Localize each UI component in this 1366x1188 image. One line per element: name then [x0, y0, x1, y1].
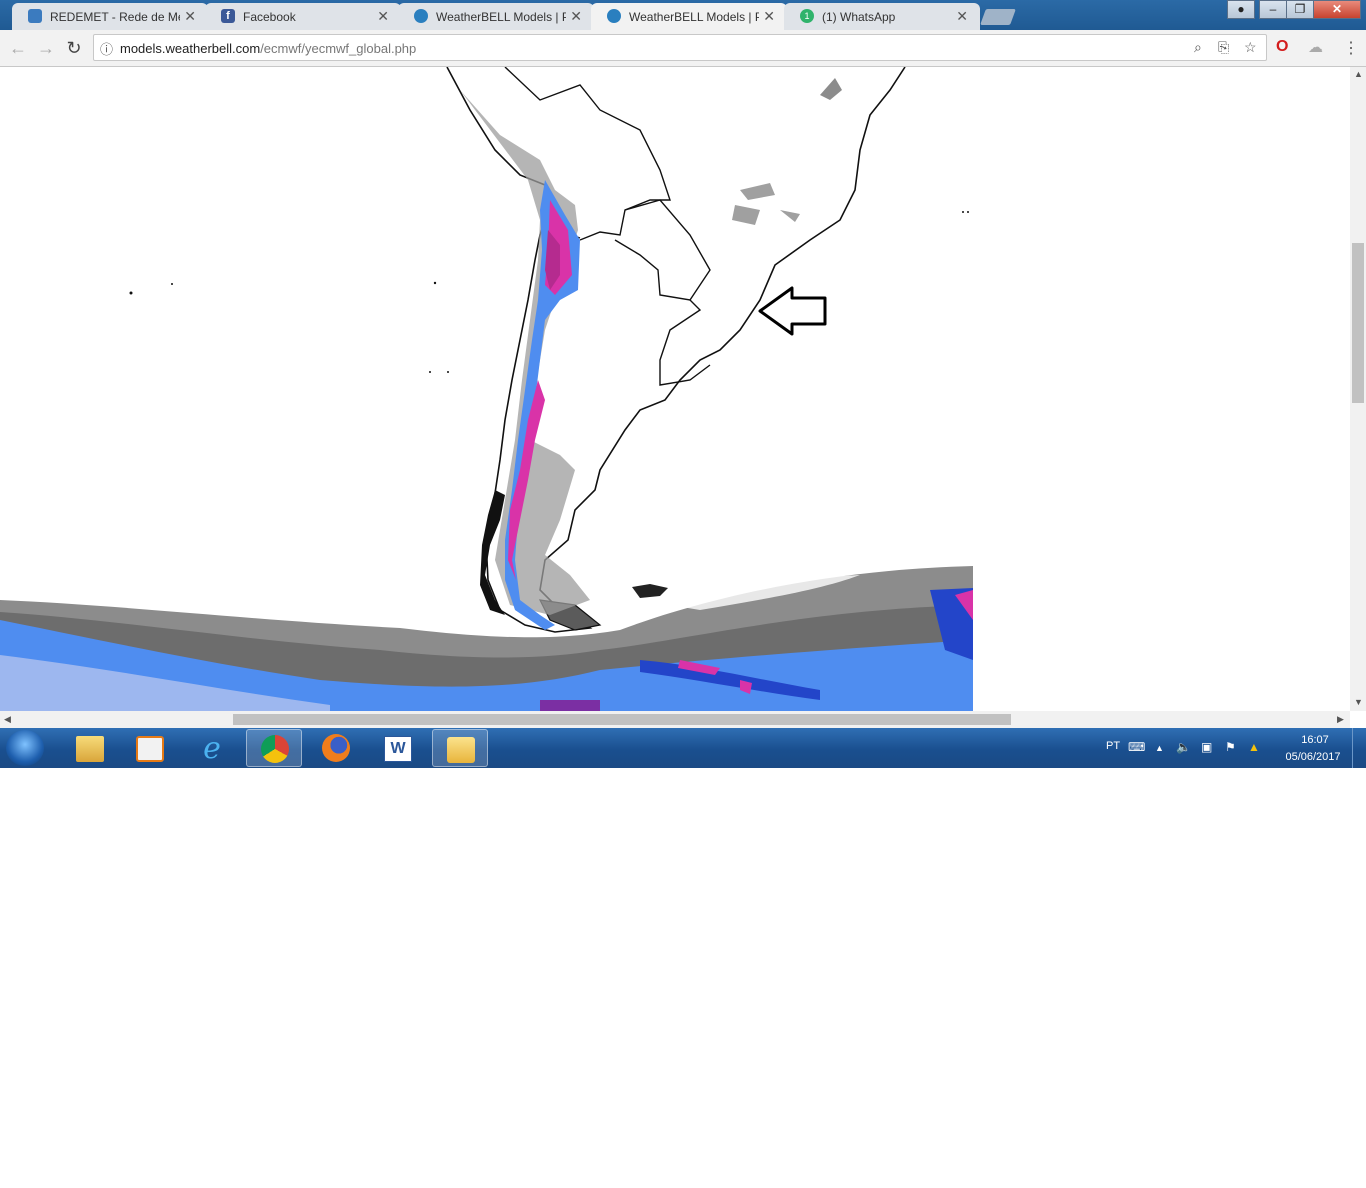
horizontal-scroll-thumb[interactable] [233, 714, 1011, 725]
scroll-down-icon[interactable]: ▼ [1354, 697, 1363, 707]
address-bar[interactable]: ⓘ models.weatherbell.com/ecmwf/yecmwf_gl… [93, 34, 1267, 61]
whatsapp-icon: 1 [800, 9, 814, 23]
translate-icon[interactable]: ⎘ [1218, 39, 1229, 56]
scroll-up-icon[interactable]: ▲ [1354, 69, 1363, 79]
tab-facebook[interactable]: f Facebook ✕ [205, 3, 401, 30]
info-icon[interactable]: ⓘ [100, 39, 113, 58]
annotation-arrow-icon [758, 286, 827, 336]
internet-explorer-button[interactable]: e [184, 729, 240, 767]
menu-icon[interactable]: ⋮ [1343, 38, 1359, 58]
start-button[interactable] [6, 730, 44, 766]
vertical-scrollbar[interactable]: ▲ ▼ [1350, 67, 1366, 711]
internet-explorer-icon: e [203, 731, 221, 766]
tab-title: WeatherBELL Models | Pr [629, 10, 759, 24]
action-center-flag-icon[interactable]: ⚑ [1225, 740, 1236, 754]
weatherbell-icon [414, 9, 428, 23]
language-indicator[interactable]: PT [1106, 740, 1120, 752]
weatherbell-icon [607, 9, 621, 23]
outlook-button[interactable] [432, 729, 488, 767]
tab-strip: REDEMET - Rede de Met ✕ f Facebook ✕ Wea… [0, 0, 1366, 30]
profile-button[interactable]: ● [1227, 0, 1255, 19]
arrow-right-icon: → [37, 38, 55, 58]
media-player-button[interactable] [122, 729, 178, 767]
back-button[interactable]: ← [6, 36, 30, 60]
island [962, 211, 964, 213]
scroll-left-icon[interactable]: ◀ [4, 714, 11, 725]
island [429, 371, 431, 373]
island [171, 283, 173, 285]
word-icon: W [384, 736, 412, 762]
show-desktop-button[interactable] [1352, 728, 1366, 768]
outlook-icon [447, 737, 475, 763]
google-drive-icon[interactable]: ▲ [1248, 740, 1260, 754]
tab-title: WeatherBELL Models | Pr [436, 10, 566, 24]
reload-icon: ↻ [66, 38, 82, 58]
chrome-icon [261, 735, 289, 763]
opera-extension-icon[interactable]: O [1276, 38, 1288, 56]
island [967, 211, 969, 213]
firefox-icon [322, 734, 350, 762]
new-tab-button[interactable] [980, 9, 1016, 25]
redemet-icon [28, 9, 42, 23]
windows-taskbar: e W PT ⌨ ▲ 🔈 ▣ ⚑ ▲ 16:07 05/06/2017 [0, 728, 1366, 768]
tab-title: (1) WhatsApp [822, 10, 896, 24]
url-text: models.weatherbell.com/ecmwf/yecmwf_glob… [120, 41, 416, 56]
close-tab-icon[interactable]: ✕ [956, 8, 968, 25]
maximize-button[interactable]: ❐ [1286, 0, 1314, 19]
close-tab-icon[interactable]: ✕ [377, 8, 389, 25]
precip-cell-purple [540, 700, 600, 711]
precipitation-map [0, 67, 973, 711]
tab-weatherbell-2[interactable]: WeatherBELL Models | Pr ✕ [591, 3, 787, 30]
tab-weatherbell-1[interactable]: WeatherBELL Models | Pr ✕ [398, 3, 594, 30]
tab-title: Facebook [243, 10, 296, 24]
keyboard-icon[interactable]: ⌨ [1128, 740, 1145, 754]
vertical-scroll-thumb[interactable] [1352, 243, 1364, 403]
media-player-icon [136, 736, 164, 762]
cloud-extension-icon[interactable]: ☁ [1308, 38, 1323, 56]
browser-toolbar: ← → ↻ ⓘ models.weatherbell.com/ecmwf/yec… [0, 30, 1366, 67]
url-host: models.weatherbell.com [120, 41, 261, 56]
island [129, 291, 133, 295]
close-tab-icon[interactable]: ✕ [570, 8, 582, 25]
island [447, 371, 449, 373]
forward-button[interactable]: → [34, 36, 58, 60]
network-icon[interactable]: ▣ [1201, 740, 1212, 754]
volume-icon[interactable]: 🔈 [1176, 740, 1191, 754]
scroll-right-icon[interactable]: ▶ [1337, 714, 1344, 725]
word-button[interactable]: W [370, 729, 426, 767]
close-tab-icon[interactable]: ✕ [184, 8, 196, 25]
bookmark-star-icon[interactable]: ☆ [1244, 39, 1257, 56]
folder-icon [76, 736, 104, 762]
zoom-icon[interactable]: ⌕ [1194, 39, 1202, 56]
tab-title: REDEMET - Rede de Met [50, 10, 180, 24]
close-tab-icon[interactable]: ✕ [763, 8, 775, 25]
close-window-button[interactable]: ✕ [1313, 0, 1361, 19]
show-hidden-icons-icon[interactable]: ▲ [1155, 743, 1164, 753]
arrow-left-icon: ← [9, 38, 27, 58]
chrome-button[interactable] [246, 729, 302, 767]
facebook-icon: f [221, 9, 235, 23]
tab-whatsapp[interactable]: 1 (1) WhatsApp ✕ [784, 3, 980, 30]
page-content [0, 67, 1350, 711]
island [433, 281, 437, 285]
falkland-islands [632, 584, 668, 598]
clock-time[interactable]: 16:07 [1290, 734, 1340, 746]
firefox-button[interactable] [308, 729, 364, 767]
minimize-button[interactable]: – [1259, 0, 1287, 19]
url-path: /ecmwf/yecmwf_global.php [260, 41, 417, 56]
clock-date[interactable]: 05/06/2017 [1278, 751, 1348, 763]
file-explorer-button[interactable] [62, 729, 118, 767]
tab-redemet[interactable]: REDEMET - Rede de Met ✕ [12, 3, 208, 30]
person-icon: ● [1237, 2, 1245, 16]
horizontal-scrollbar[interactable]: ◀ ▶ [0, 711, 1350, 728]
reload-button[interactable]: ↻ [62, 36, 86, 60]
